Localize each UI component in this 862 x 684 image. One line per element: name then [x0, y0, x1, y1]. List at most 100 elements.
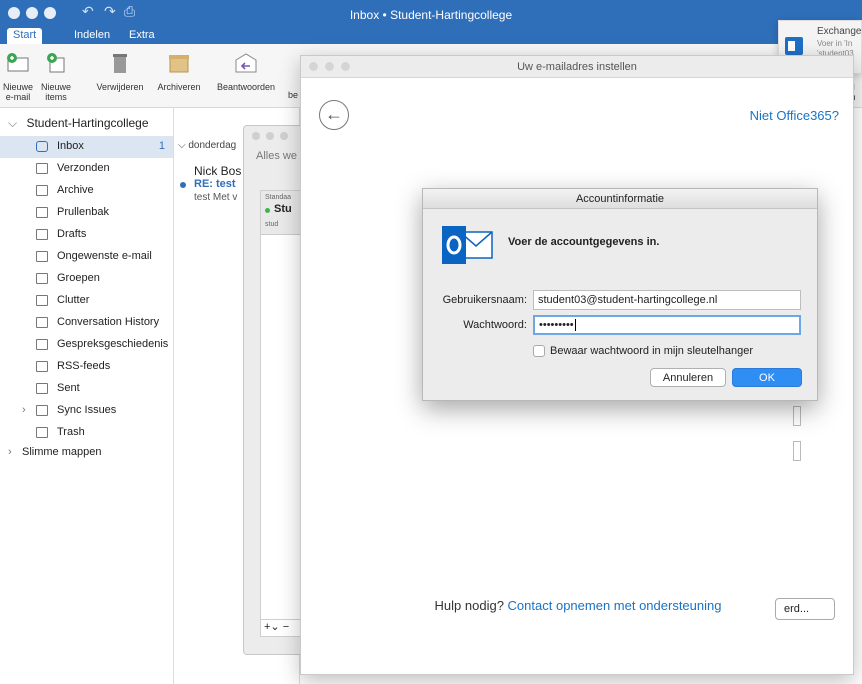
smart-folders-label: Slimme mappen: [22, 446, 102, 458]
sidebar-item-label: Archive: [57, 184, 94, 196]
help-prefix: Hulp nodig?: [434, 598, 504, 613]
back-arrow-icon[interactable]: ←: [319, 100, 349, 130]
sidebar-item-inbox[interactable]: Inbox 1: [0, 136, 173, 158]
account-name: Student-Hartingcollege: [26, 116, 149, 130]
sidebar-item-clutter[interactable]: Clutter: [0, 290, 173, 312]
tab-start[interactable]: Start: [7, 28, 43, 44]
sidebar-item-sync-issues[interactable]: › Sync Issues: [0, 400, 173, 422]
add-account-button[interactable]: +⌄ −: [260, 619, 301, 637]
sidebar-item-trash[interactable]: Trash: [0, 422, 173, 444]
chevron-down-icon: ⌵: [178, 140, 186, 151]
contact-support-link[interactable]: Contact opnemen met ondersteuning: [508, 598, 722, 613]
account-header[interactable]: ⌵ Student-Hartingcollege: [8, 116, 149, 131]
message-sender: Nick Bos: [194, 164, 242, 178]
reply-button[interactable]: Beantwoorden: [214, 50, 278, 92]
new-items-label: Nieuwe items: [40, 82, 71, 102]
folder-sidebar: ⌵ Student-Hartingcollege Inbox 1 Verzonden…: [0, 108, 174, 684]
message-group-header[interactable]: ⌵ donderdag: [178, 140, 236, 151]
sent-icon: [36, 163, 48, 174]
archive-label: Archiveren: [157, 82, 201, 92]
delete-label: Verwijderen: [96, 82, 144, 92]
reply-label: Beantwoorden: [216, 82, 276, 92]
sidebar-item-label: RSS-feeds: [57, 360, 111, 372]
folder-icon: [36, 427, 48, 438]
title-bar: ↶ ↷ ⎙ Inbox • Student-Hartingcollege Sta…: [0, 0, 862, 44]
status-dot-icon: [265, 208, 270, 213]
reply-icon: [235, 53, 257, 73]
message-subject: RE: test: [194, 178, 236, 190]
sidebar-item-label: Prullenbak: [57, 206, 109, 218]
hidden-field-edge: [793, 406, 801, 426]
sidebar-item-archive[interactable]: Archive: [0, 180, 173, 202]
outlook-logo-icon: [442, 226, 493, 264]
sidebar-item-gespreksgeschiedenis[interactable]: Gespreksgeschiedenis: [0, 334, 173, 356]
folder-icon: [36, 339, 48, 350]
outlook-notification-icon: [785, 37, 803, 55]
message-group-label: donderdag: [188, 140, 237, 151]
sidebar-item-label: Inbox: [57, 140, 84, 152]
account-item-name: Stu: [274, 203, 292, 215]
notification-line1: Voer in 'In: [817, 39, 853, 48]
notification-title: Exchange: [817, 26, 862, 37]
drafts-icon: [36, 229, 48, 240]
sidebar-item-label: Conversation History: [57, 316, 160, 328]
new-email-icon: [7, 53, 29, 72]
account-item[interactable]: Standaa Stu stud: [261, 191, 301, 235]
junk-icon: [36, 251, 48, 262]
folder-icon: [36, 317, 48, 328]
archive-button[interactable]: Archiveren: [152, 50, 206, 92]
sidebar-item-label: Sent: [57, 382, 80, 394]
new-items-icon: [47, 53, 65, 73]
new-items-button[interactable]: Nieuwe items: [38, 50, 74, 102]
new-email-button[interactable]: Nieuwe e-mail: [2, 50, 34, 102]
partial-button[interactable]: erd...: [775, 598, 835, 620]
tab-extra[interactable]: Extra: [123, 28, 161, 44]
account-item-sub: stud: [265, 221, 279, 228]
username-field[interactable]: student03@student-hartingcollege.nl: [533, 290, 801, 310]
chevron-right-icon[interactable]: ›: [22, 404, 26, 416]
window-title: Inbox • Student-Hartingcollege: [349, 8, 513, 22]
password-label: Wachtwoord:: [463, 319, 527, 331]
sidebar-item-label: Drafts: [57, 228, 87, 240]
sidebar-item-groepen[interactable]: Groepen: [0, 268, 173, 290]
sidebar-item-prullenbak[interactable]: Prullenbak: [0, 202, 173, 224]
account-info-heading: Voer de accountgegevens in.: [508, 236, 660, 248]
help-text: Hulp nodig? Contact opnemen met onderste…: [301, 598, 855, 613]
sidebar-item-drafts[interactable]: Drafts: [0, 224, 173, 246]
username-label: Gebruikersnaam:: [442, 294, 527, 306]
account-list-header: Standaa: [265, 194, 292, 201]
smart-folders[interactable]: › Slimme mappen: [0, 442, 173, 464]
trash-icon: [113, 54, 127, 73]
sidebar-item-label: Gespreksgeschiedenis: [57, 338, 169, 350]
hidden-field-edge-2: [793, 441, 801, 461]
sidebar-item-ongewenste-e-mail[interactable]: Ongewenste e-mail: [0, 246, 173, 268]
reply-all-partial: be: [287, 90, 298, 100]
archive-icon: [36, 185, 48, 196]
sidebar-item-rss-feeds[interactable]: RSS-feeds: [0, 356, 173, 378]
sidebar-item-verzonden[interactable]: Verzonden: [0, 158, 173, 180]
tab-indelen[interactable]: Indelen: [68, 28, 116, 44]
groups-icon: [36, 273, 48, 284]
sidebar-item-label: Ongewenste e-mail: [57, 250, 152, 262]
message-preview: test Met v: [194, 192, 238, 203]
sidebar-item-label: Groepen: [57, 272, 100, 284]
sidebar-item-label: Clutter: [57, 294, 90, 306]
inbox-icon: [36, 141, 48, 152]
ok-button[interactable]: OK: [732, 368, 802, 387]
sidebar-item-label: Trash: [57, 426, 85, 438]
cancel-button[interactable]: Annuleren: [650, 368, 726, 387]
archive-icon: [169, 55, 189, 73]
setup-title: Uw e-mailadres instellen: [517, 61, 637, 73]
account-info-dialog: Accountinformatie Voer de accountgegeven…: [422, 188, 818, 401]
sidebar-item-conversation-history[interactable]: Conversation History: [0, 312, 173, 334]
delete-button[interactable]: Verwijderen: [90, 50, 150, 92]
accounts-header-partial: Alles we: [256, 150, 297, 162]
password-field[interactable]: •••••••••: [533, 315, 801, 335]
unread-dot-icon: [180, 182, 186, 188]
save-password-checkbox[interactable]: [533, 345, 545, 357]
new-email-label: Nieuwe e-mail: [2, 82, 33, 102]
trash-icon: [36, 207, 48, 218]
not-office365-link[interactable]: Niet Office365?: [750, 108, 839, 123]
sidebar-item-sent[interactable]: Sent: [0, 378, 173, 400]
password-value: •••••••••: [539, 319, 574, 331]
